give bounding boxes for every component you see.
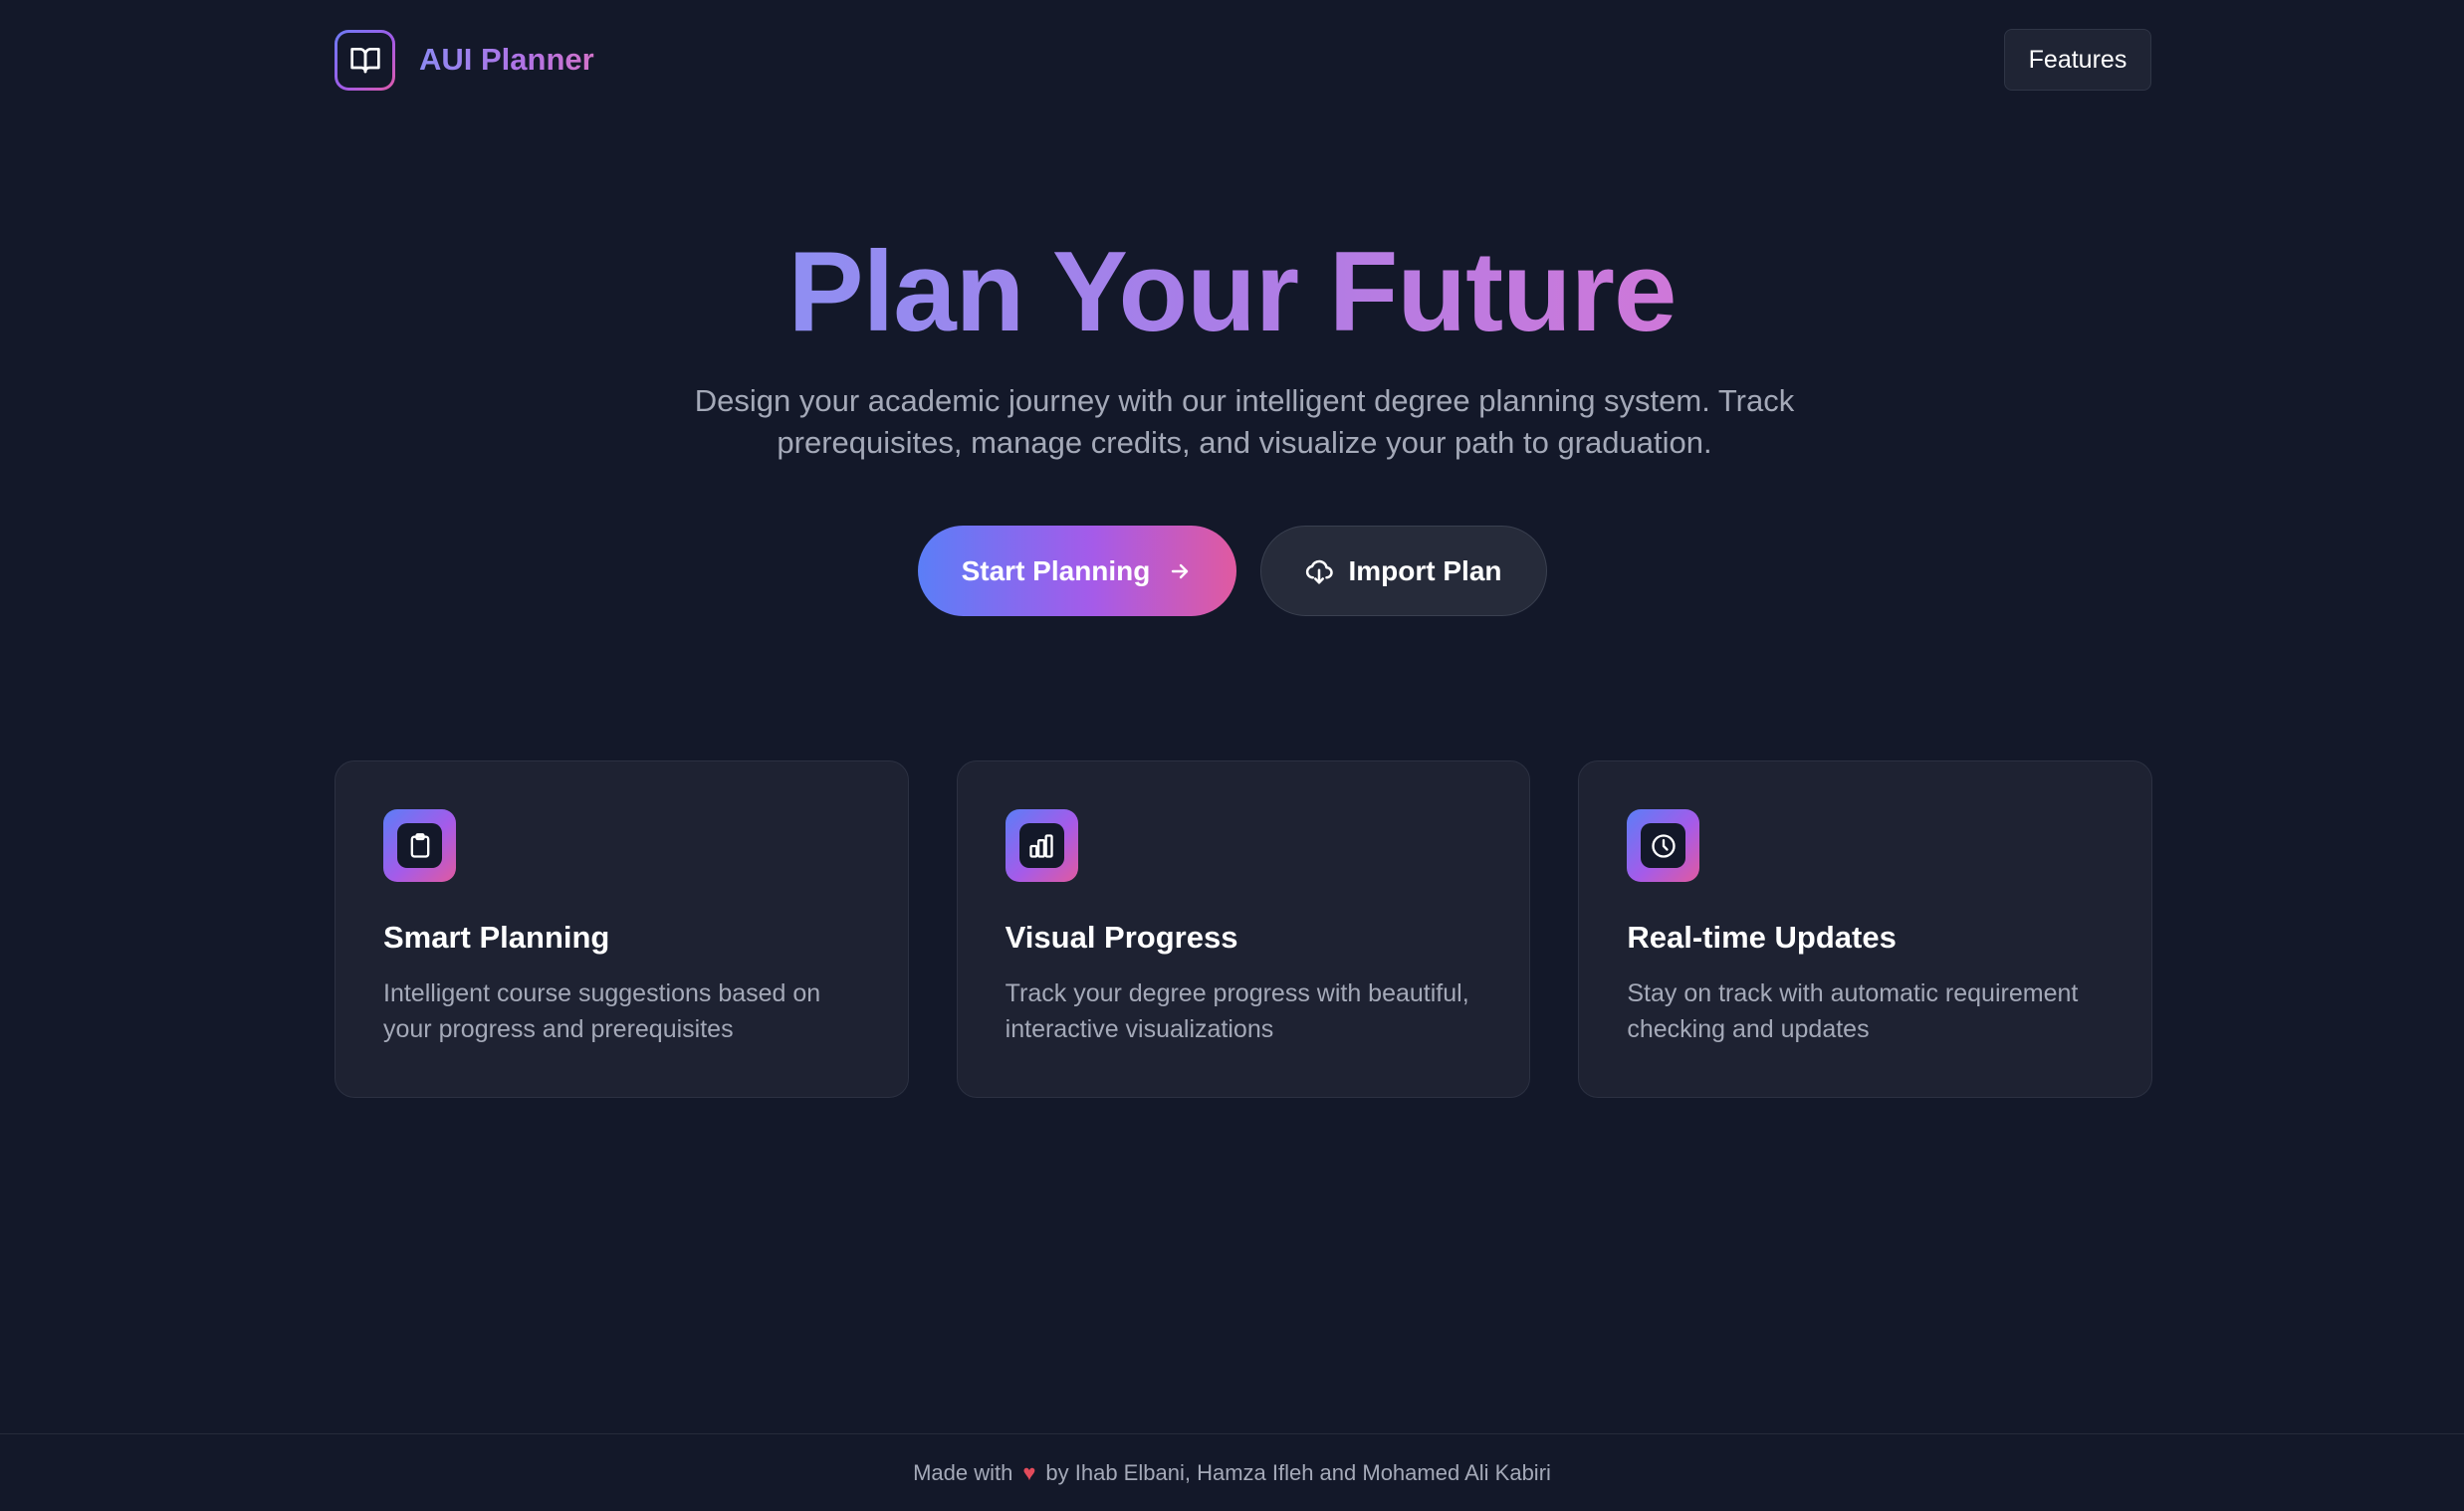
top-navbar: AUI Planner Features bbox=[335, 29, 2151, 91]
brand-link[interactable]: AUI Planner bbox=[335, 29, 594, 91]
footer: Made with ♥ by Ihab Elbani, Hamza Ifleh … bbox=[0, 1433, 2464, 1511]
start-planning-button[interactable]: Start Planning bbox=[917, 526, 1236, 616]
feature-description: Intelligent course suggestions based on … bbox=[383, 979, 821, 1043]
feature-title: Smart Planning bbox=[383, 920, 610, 955]
feature-description: Track your degree progress with beautifu… bbox=[1005, 979, 1469, 1043]
heart-icon: ♥ bbox=[1022, 1459, 1036, 1485]
feature-title: Visual Progress bbox=[1005, 920, 1238, 955]
import-plan-button[interactable]: Import Plan bbox=[1259, 526, 1547, 616]
import-plan-label: Import Plan bbox=[1348, 554, 1502, 586]
feature-card-smart-planning: Smart Planning Intelligent course sugges… bbox=[335, 760, 909, 1098]
features-button[interactable]: Features bbox=[2004, 29, 2151, 91]
clipboard-icon bbox=[410, 832, 429, 858]
logo bbox=[335, 29, 395, 91]
footer-made-with: Made with bbox=[913, 1459, 1013, 1485]
landing-page: AUI Planner Features Plan Your Future De… bbox=[0, 0, 2464, 1511]
brand-name: AUI Planner bbox=[419, 42, 594, 77]
hero-subtitle: Design your academic journey with our in… bbox=[694, 383, 1795, 460]
footer-authors: by Ihab Elbani, Hamza Ifleh and Mohamed … bbox=[1045, 1459, 1551, 1485]
start-planning-label: Start Planning bbox=[961, 554, 1151, 586]
hero-title: Plan Your Future bbox=[787, 229, 1678, 355]
cloud-download-icon bbox=[1306, 559, 1334, 583]
cta-row: Start Planning Import Plan bbox=[0, 526, 2464, 616]
feature-title: Real-time Updates bbox=[1627, 920, 1897, 955]
arrow-right-icon bbox=[1172, 563, 1189, 578]
feature-description: Stay on track with automatic requirement… bbox=[1627, 979, 2079, 1043]
feature-card-real-time-updates: Real-time Updates Stay on track with aut… bbox=[1578, 760, 2153, 1098]
feature-cards: Smart Planning Intelligent course sugges… bbox=[335, 760, 2153, 1098]
open-book-icon bbox=[349, 48, 380, 74]
clock-icon bbox=[1652, 833, 1676, 858]
feature-card-visual-progress: Visual Progress Track your degree progre… bbox=[956, 760, 1531, 1098]
bar-chart-icon bbox=[1029, 833, 1053, 858]
